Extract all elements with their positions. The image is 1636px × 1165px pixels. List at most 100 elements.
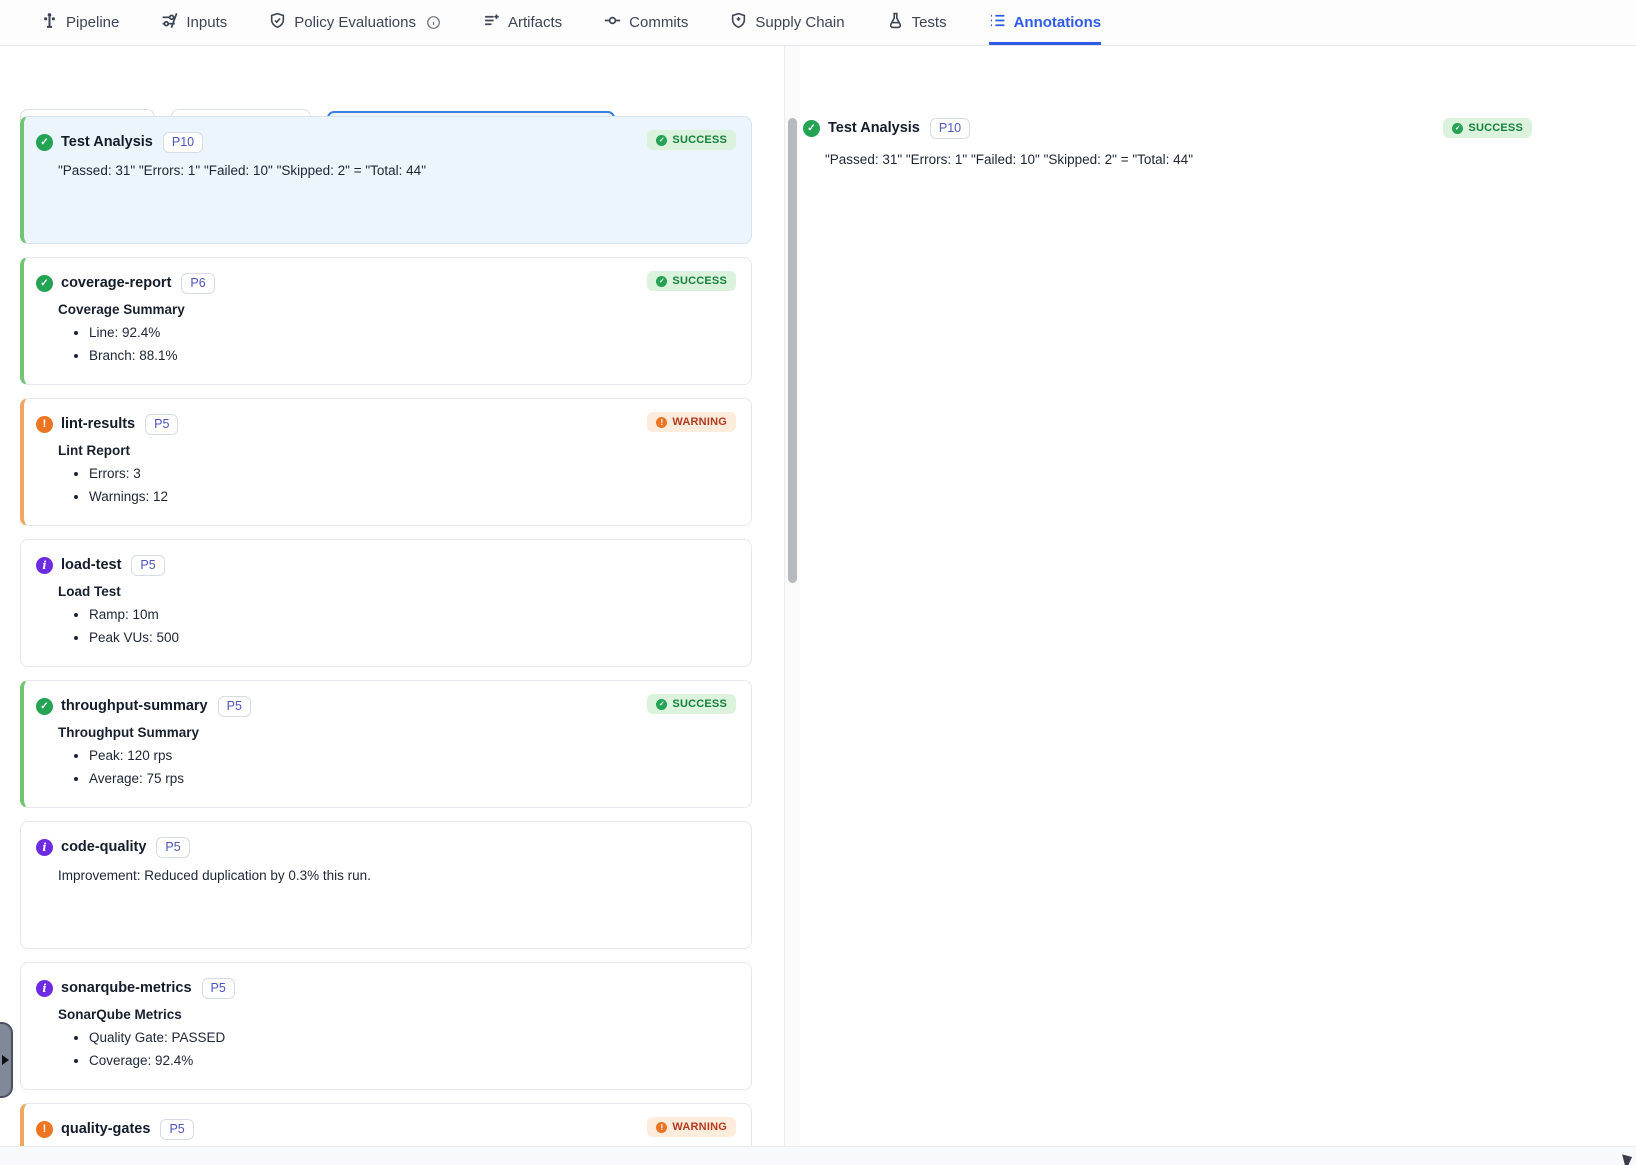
priority-badge: P5 xyxy=(131,555,164,576)
annotation-detail-pane: Test Analysis P10 SUCCESS "Passed: 31" "… xyxy=(801,46,1636,1146)
artifacts-icon xyxy=(483,12,500,33)
status-badge: SUCCESS xyxy=(647,271,736,291)
annotation-title: sonarqube-metrics xyxy=(61,980,192,996)
bullet-item: Peak VUs: 500 xyxy=(89,626,736,649)
annotation-text: "Passed: 31" "Errors: 1" "Failed: 10" "S… xyxy=(58,161,736,181)
inputs-icon xyxy=(161,12,178,33)
annotation-card-quality-gates[interactable]: quality-gates P5 WARNING Quality Gates xyxy=(20,1103,752,1146)
annotation-text: Improvement: Reduced duplication by 0.3%… xyxy=(58,866,736,886)
tab-supply-chain[interactable]: Supply Chain xyxy=(730,0,844,45)
tab-label: Supply Chain xyxy=(755,14,844,31)
success-icon xyxy=(803,120,820,137)
annotation-card-throughput-summary[interactable]: throughput-summary P5 SUCCESS Throughput… xyxy=(20,680,752,808)
annotation-card-load-test[interactable]: load-test P5 Load Test Ramp: 10m Peak VU… xyxy=(20,539,752,667)
annotation-card-coverage-report[interactable]: coverage-report P6 SUCCESS Coverage Summ… xyxy=(20,257,752,385)
annotation-bullets: Line: 92.4% Branch: 88.1% xyxy=(58,321,736,367)
annotation-bullets: Errors: 3 Warnings: 12 xyxy=(58,462,736,508)
annotation-card-code-quality[interactable]: code-quality P5 Improvement: Reduced dup… xyxy=(20,821,752,949)
success-icon xyxy=(36,134,53,151)
success-icon xyxy=(36,698,53,715)
tab-label: Inputs xyxy=(186,14,227,31)
bullet-item: Peak: 120 rps xyxy=(89,744,736,767)
tab-label: Pipeline xyxy=(66,14,119,31)
expand-arrow-icon xyxy=(2,1055,9,1065)
annotation-card-lint-results[interactable]: lint-results P5 WARNING Lint Report Erro… xyxy=(20,398,752,526)
success-icon xyxy=(656,276,667,287)
annotation-heading: Coverage Summary xyxy=(58,302,736,317)
annotation-bullets: Peak: 120 rps Average: 75 rps xyxy=(58,744,736,790)
tab-inputs[interactable]: Inputs xyxy=(161,0,227,45)
status-badge: WARNING xyxy=(647,1117,736,1137)
status-badge-label: SUCCESS xyxy=(672,134,727,146)
bullet-item: Branch: 88.1% xyxy=(89,344,736,367)
supply-chain-icon xyxy=(730,12,747,33)
priority-badge: P10 xyxy=(163,132,203,153)
status-badge-label: WARNING xyxy=(672,1121,727,1133)
annotation-card-sonarqube-metrics[interactable]: sonarqube-metrics P5 SonarQube Metrics Q… xyxy=(20,962,752,1090)
tab-bar: Pipeline Inputs Policy Evaluations Artif… xyxy=(0,0,1636,46)
tests-icon xyxy=(887,12,904,33)
info-circle-icon xyxy=(426,15,441,30)
priority-badge: P5 xyxy=(218,696,251,717)
annotation-bullets: Ramp: 10m Peak VUs: 500 xyxy=(58,603,736,649)
bullet-item: Errors: 3 xyxy=(89,462,736,485)
detail-text: "Passed: 31" "Errors: 1" "Failed: 10" "S… xyxy=(825,152,1532,167)
warning-icon xyxy=(36,416,53,433)
priority-badge: P10 xyxy=(930,118,970,139)
success-icon xyxy=(1452,123,1463,134)
annotation-heading: Load Test xyxy=(58,584,736,599)
priority-badge: P5 xyxy=(160,1119,193,1140)
status-badge: SUCCESS xyxy=(647,694,736,714)
bullet-item: Line: 92.4% xyxy=(89,321,736,344)
sidebar-expand-handle[interactable] xyxy=(0,1022,13,1098)
list-scrollbar xyxy=(784,46,800,1146)
status-badge-label: SUCCESS xyxy=(672,698,727,710)
annotations-page: Pipeline Inputs Policy Evaluations Artif… xyxy=(0,0,1636,1165)
bullet-item: Quality Gate: PASSED xyxy=(89,1026,736,1049)
tab-commits[interactable]: Commits xyxy=(604,0,688,45)
status-badge-label: SUCCESS xyxy=(672,275,727,287)
success-icon xyxy=(36,275,53,292)
annotation-card-test-analysis[interactable]: Test Analysis P10 SUCCESS "Passed: 31" "… xyxy=(20,116,752,244)
tab-policy-evaluations[interactable]: Policy Evaluations xyxy=(269,0,441,45)
commits-icon xyxy=(604,12,621,33)
priority-badge: P6 xyxy=(181,273,214,294)
warning-icon xyxy=(36,1121,53,1138)
info-icon xyxy=(36,557,53,574)
annotation-bullets: Quality Gate: PASSED Coverage: 92.4% xyxy=(58,1026,736,1072)
detail-title: Test Analysis xyxy=(828,120,920,136)
annotation-heading: Lint Report xyxy=(58,443,736,458)
annotation-title: throughput-summary xyxy=(61,698,208,714)
bullet-item: Coverage: 92.4% xyxy=(89,1049,736,1072)
tab-pipeline[interactable]: Pipeline xyxy=(41,0,119,45)
annotations-list: Test Analysis P10 SUCCESS "Passed: 31" "… xyxy=(20,116,752,1146)
priority-badge: P5 xyxy=(145,414,178,435)
success-icon xyxy=(656,135,667,146)
annotation-title: code-quality xyxy=(61,839,146,855)
annotation-title: quality-gates xyxy=(61,1121,150,1137)
status-badge: WARNING xyxy=(647,412,736,432)
annotation-heading: SonarQube Metrics xyxy=(58,1007,736,1022)
tab-annotations[interactable]: Annotations xyxy=(989,0,1102,45)
bullet-item: Warnings: 12 xyxy=(89,485,736,508)
annotation-heading: Throughput Summary xyxy=(58,725,736,740)
annotation-title: lint-results xyxy=(61,416,135,432)
status-badge: SUCCESS xyxy=(647,130,736,150)
warning-icon xyxy=(656,417,667,428)
status-badge-label: WARNING xyxy=(672,416,727,428)
footer-strip xyxy=(0,1146,1636,1165)
warning-icon xyxy=(656,1122,667,1133)
priority-badge: P5 xyxy=(202,978,235,999)
status-badge-label: SUCCESS xyxy=(1468,122,1523,134)
tab-label: Annotations xyxy=(1014,14,1102,31)
scrollbar-thumb[interactable] xyxy=(788,118,797,583)
annotation-title: coverage-report xyxy=(61,275,171,291)
info-icon xyxy=(36,980,53,997)
info-icon xyxy=(36,839,53,856)
tab-label: Tests xyxy=(912,14,947,31)
annotation-title: Test Analysis xyxy=(61,134,153,150)
annotations-list-pane: Status All Priority All xyxy=(0,46,800,1146)
tab-artifacts[interactable]: Artifacts xyxy=(483,0,562,45)
tab-tests[interactable]: Tests xyxy=(887,0,947,45)
pipeline-icon xyxy=(41,12,58,33)
